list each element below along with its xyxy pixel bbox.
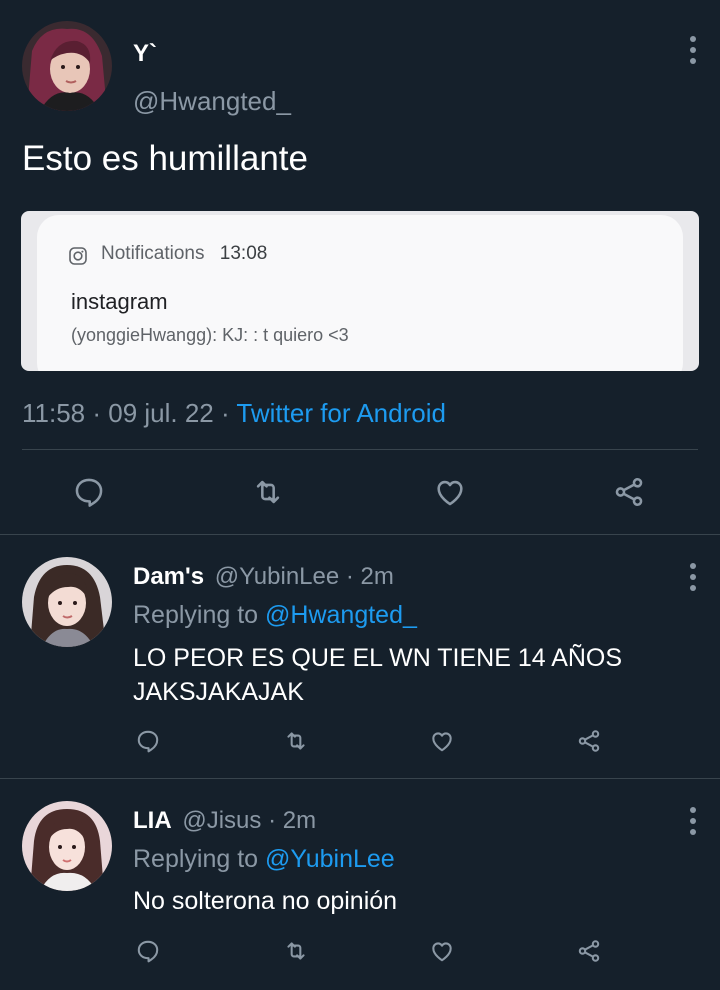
like-icon[interactable] [429,728,455,754]
mention-link[interactable]: @Hwangted_ [265,601,417,629]
tweet-thread-page: Y` @Hwangted_ Esto es humillante Notific… [0,0,720,990]
share-icon[interactable] [576,938,602,964]
author-handle[interactable]: @Jisus [182,807,261,834]
notification-title: instagram [71,289,168,314]
tweet-text: No solterona no opinión [133,884,673,918]
retweet-icon[interactable] [283,938,309,964]
more-options-icon[interactable] [688,563,698,596]
tweet-text-line: JAKSJAKAJAK [133,678,304,706]
divider [0,778,720,779]
tweet-meta: 11:58 · 09 jul. 22 · Twitter for Android [22,398,446,429]
replying-label: Replying to [133,845,266,873]
avatar[interactable] [22,557,112,647]
instagram-icon [69,247,87,265]
more-options-icon[interactable] [688,36,698,69]
attached-image[interactable]: Notifications 13:08 instagram (yonggieHw… [21,211,699,371]
reply-header: Dam's @YubinLee · 2m [133,563,394,591]
tweet-text-line: LO PEOR ES QUE EL WN TIENE 14 AÑOS [133,644,623,672]
more-options-icon[interactable] [688,807,698,840]
share-icon[interactable] [576,728,602,754]
replying-label: Replying to [133,601,266,629]
notification-header: Notifications 13:08 [101,243,267,265]
divider [22,449,698,450]
tweet-text: Esto es humillante [22,139,308,178]
notification-body: (yonggieHwangg): KJ: : t quiero <3 [71,325,349,345]
replying-to: Replying to @YubinLee [133,845,395,874]
tweet-age: · 2m [345,563,394,590]
like-icon[interactable] [433,475,467,509]
tweet-source-link[interactable]: Twitter for Android [236,398,446,428]
reply-icon[interactable] [135,938,161,964]
author-name[interactable]: Dam's [133,563,204,590]
author-name[interactable]: Y` [133,40,157,68]
divider [0,534,720,535]
mention-link[interactable]: @YubinLee [265,845,395,873]
notification-app-label: Notifications [101,243,205,264]
notification-card: Notifications 13:08 instagram (yonggieHw… [37,215,683,371]
retweet-icon[interactable] [283,728,309,754]
retweet-icon[interactable] [251,475,285,509]
like-icon[interactable] [429,938,455,964]
tweet-age: · 2m [268,807,317,834]
reply-header: LIA @Jisus · 2m [133,807,316,835]
avatar[interactable] [22,21,112,111]
replying-to: Replying to @Hwangted_ [133,601,417,630]
tweet-text: LO PEOR ES QUE EL WN TIENE 14 AÑOS JAKSJ… [133,641,673,709]
tweet-timestamp: 11:58 · 09 jul. 22 · [22,398,237,428]
reply-icon[interactable] [72,475,106,509]
share-icon[interactable] [612,475,646,509]
author-name[interactable]: LIA [133,807,172,834]
author-handle[interactable]: @YubinLee [215,563,339,590]
main-tweet: Y` @Hwangted_ Esto es humillante Notific… [0,0,720,535]
author-handle[interactable]: @Hwangted_ [133,86,291,117]
reply-icon[interactable] [135,728,161,754]
tweet-text-line: No solterona no opinión [133,887,398,915]
avatar[interactable] [22,801,112,891]
notification-time: 13:08 [219,243,268,264]
